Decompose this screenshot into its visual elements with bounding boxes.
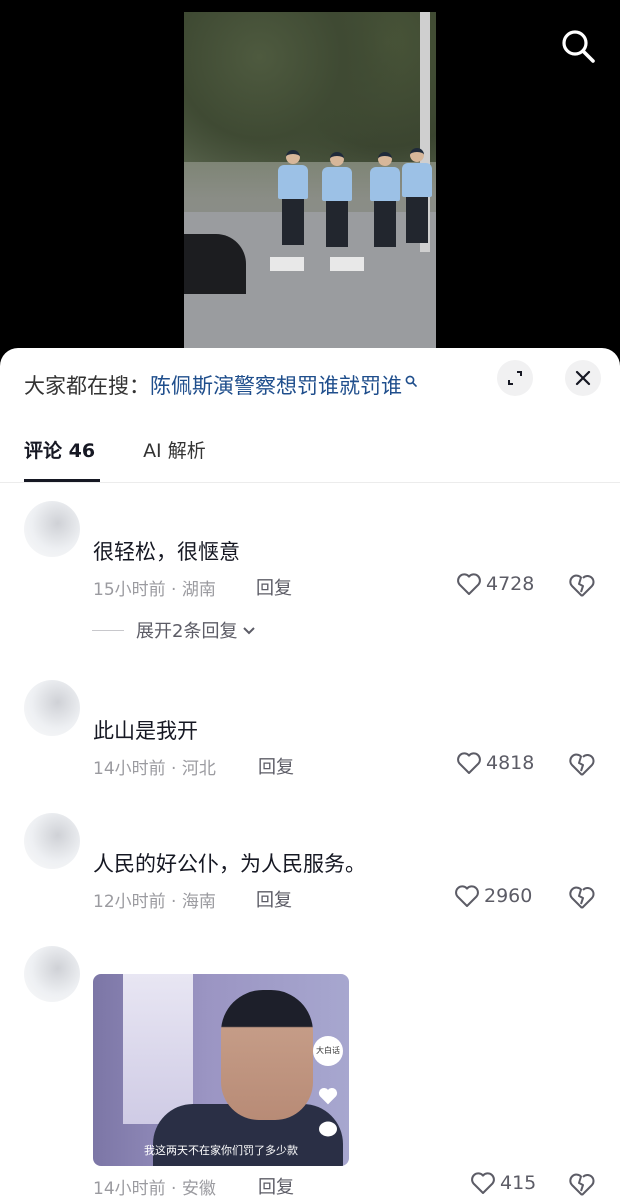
tab-ai-analysis[interactable]: AI 解析 bbox=[143, 436, 206, 476]
close-icon bbox=[575, 370, 591, 386]
video-crosswalk bbox=[270, 257, 304, 271]
expand-replies-button[interactable]: 展开2条回复 bbox=[92, 617, 257, 643]
video-car bbox=[184, 234, 246, 294]
avatar[interactable] bbox=[24, 680, 80, 736]
chevron-down-icon bbox=[243, 627, 256, 635]
comment-icon bbox=[319, 1121, 337, 1137]
video-frame[interactable] bbox=[184, 12, 436, 352]
trending-search-prefix: 大家都在搜： bbox=[24, 374, 150, 398]
reply-button[interactable]: 回复 bbox=[258, 1173, 294, 1199]
broken-heart-icon[interactable] bbox=[568, 752, 596, 778]
avatar[interactable] bbox=[24, 501, 80, 557]
comment-tabs: 评论 46 AI 解析 bbox=[24, 436, 254, 476]
video-officer bbox=[278, 150, 308, 245]
search-glass-icon bbox=[405, 375, 417, 387]
image-side-icons bbox=[317, 1086, 339, 1140]
video-officer bbox=[370, 152, 400, 247]
reply-button[interactable]: 回复 bbox=[256, 886, 292, 912]
like-button[interactable]: 4728 bbox=[456, 572, 534, 596]
video-trees bbox=[184, 12, 436, 162]
broken-heart-icon[interactable] bbox=[568, 885, 596, 911]
reply-button[interactable]: 回复 bbox=[256, 574, 292, 600]
close-button[interactable] bbox=[565, 360, 601, 396]
avatar[interactable] bbox=[24, 813, 80, 869]
comment-time-location: 12小时前 · 海南 bbox=[93, 892, 216, 912]
tabs-divider bbox=[0, 482, 620, 483]
expand-replies-label: 展开2条回复 bbox=[136, 621, 238, 642]
broken-heart-icon[interactable] bbox=[568, 1172, 596, 1198]
trending-search-query[interactable]: 陈佩斯演警察想罚谁就罚谁 bbox=[150, 370, 402, 400]
like-count: 4818 bbox=[486, 752, 535, 774]
broken-heart-icon[interactable] bbox=[568, 573, 596, 599]
like-button[interactable]: 2960 bbox=[454, 884, 532, 908]
heart-icon bbox=[457, 573, 481, 595]
like-count: 2960 bbox=[484, 885, 533, 907]
like-button[interactable]: 4818 bbox=[456, 751, 534, 775]
reply-button[interactable]: 回复 bbox=[258, 753, 294, 779]
video-officer bbox=[402, 148, 432, 243]
expand-replies-line bbox=[92, 629, 124, 631]
comment-text: 很轻松，很惬意 bbox=[93, 540, 240, 564]
comment-time-location: 15小时前 · 湖南 bbox=[93, 580, 216, 600]
search-icon[interactable] bbox=[560, 28, 596, 64]
video-player[interactable] bbox=[0, 0, 620, 360]
like-count: 4728 bbox=[486, 573, 535, 595]
expand-icon bbox=[508, 371, 522, 385]
heart-icon bbox=[471, 1172, 495, 1194]
avatar[interactable] bbox=[24, 946, 80, 1002]
trending-search-bar[interactable]: 大家都在搜： 陈佩斯演警察想罚谁就罚谁 bbox=[24, 370, 417, 400]
image-figure-head bbox=[221, 990, 313, 1120]
video-crosswalk bbox=[330, 257, 364, 271]
comment-time-location: 14小时前 · 安徽 bbox=[93, 1179, 216, 1199]
like-button[interactable]: 415 bbox=[470, 1171, 536, 1195]
comment-time-location: 14小时前 · 河北 bbox=[93, 759, 216, 779]
video-officer bbox=[322, 152, 352, 247]
image-subtitle: 我这两天不在家你们罚了多少款 bbox=[144, 1144, 298, 1157]
heart-icon bbox=[318, 1087, 338, 1105]
comment-text: 人民的好公仆，为人民服务。 bbox=[93, 852, 366, 876]
tab-comments[interactable]: 评论 46 bbox=[24, 436, 95, 476]
image-window bbox=[123, 974, 193, 1124]
heart-icon bbox=[457, 752, 481, 774]
comment-sheet: 大家都在搜： 陈佩斯演警察想罚谁就罚谁 评论 46 AI 解析 很轻松，很惬意 … bbox=[0, 348, 620, 1199]
heart-icon bbox=[455, 885, 479, 907]
like-count: 415 bbox=[500, 1172, 537, 1194]
image-logo-badge: 大白话 bbox=[313, 1036, 343, 1066]
comment-image[interactable]: 大白话 我这两天不在家你们罚了多少款 bbox=[93, 974, 349, 1166]
comment-text: 此山是我开 bbox=[93, 719, 198, 743]
fullscreen-button[interactable] bbox=[497, 360, 533, 396]
